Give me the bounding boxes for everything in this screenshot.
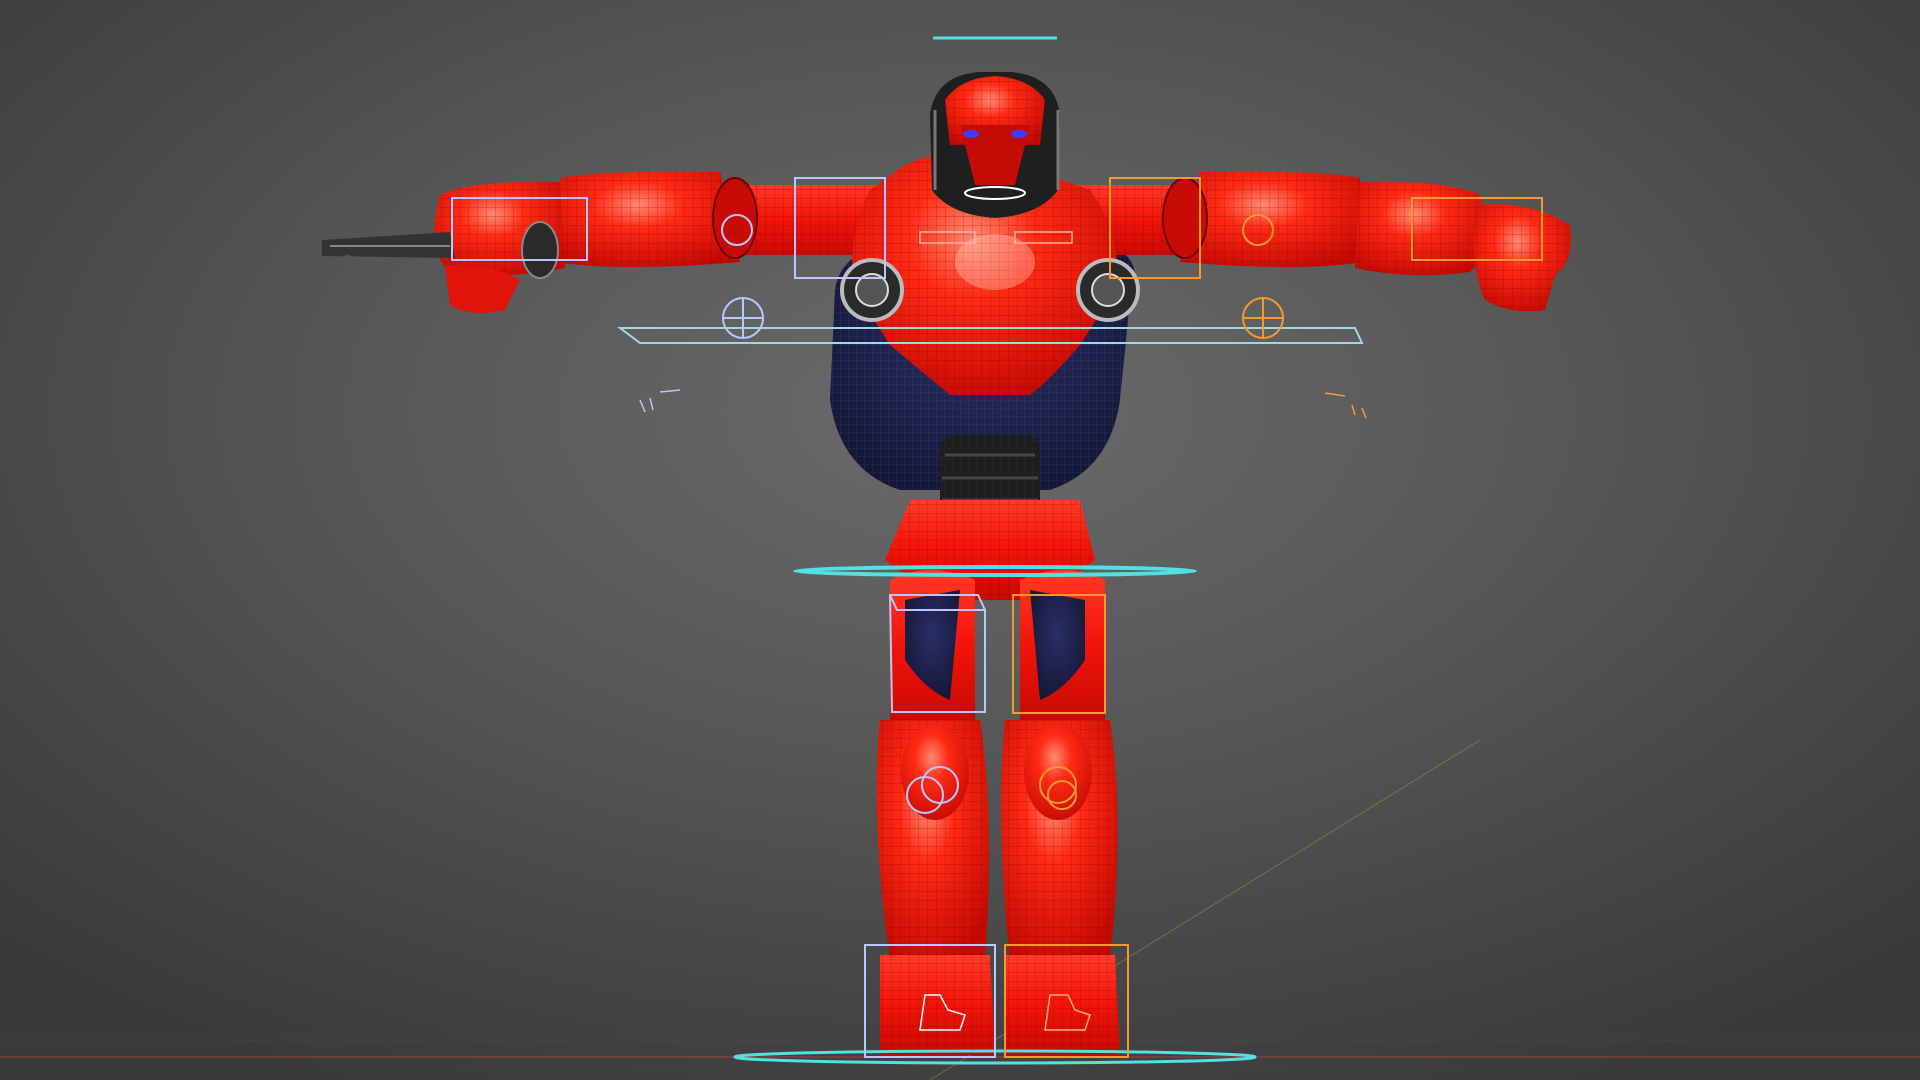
left-arm	[322, 171, 895, 314]
shoulder-joint-left	[840, 258, 904, 322]
elbow-pole-right[interactable]	[1242, 297, 1284, 339]
shoulder-joint-right	[1076, 258, 1140, 322]
robot-head	[930, 72, 1060, 218]
hand-marker-left[interactable]	[639, 389, 681, 413]
right-leg	[1001, 570, 1120, 1055]
left-leg	[876, 570, 995, 1055]
scene-canvas[interactable]	[0, 0, 1920, 1080]
viewport-3d[interactable]	[0, 0, 1920, 1080]
elbow-pole-left[interactable]	[722, 297, 764, 339]
robot-mesh[interactable]	[322, 72, 1571, 1055]
hand-marker-right[interactable]	[1324, 392, 1367, 419]
